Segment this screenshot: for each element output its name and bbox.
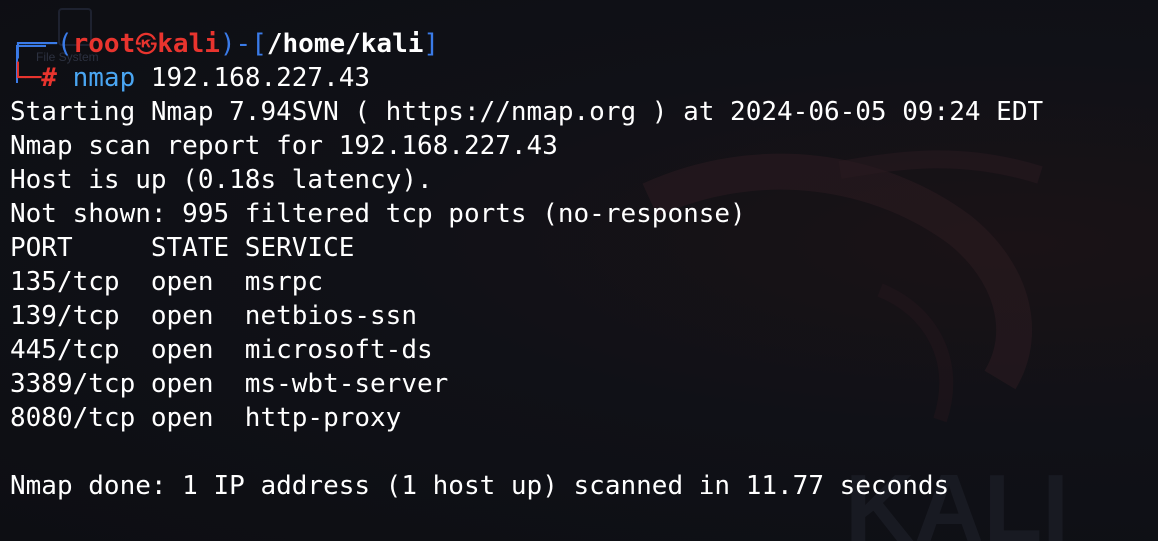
port-row: 8080/tcp open http-proxy <box>10 403 402 433</box>
prompt-close: ] <box>423 29 440 59</box>
output-line: Starting Nmap 7.94SVN ( https://nmap.org… <box>10 97 1044 127</box>
prompt-mid: )-[ <box>219 29 267 59</box>
skull-icon: ㉿ <box>135 33 158 58</box>
prompt-line: ┌──(root㉿kali)-[/home/kali] <box>10 27 1043 61</box>
output-line: Host is up (0.18s latency). <box>10 165 433 195</box>
output-line: Nmap done: 1 IP address (1 host up) scan… <box>10 471 950 501</box>
port-row: 135/tcp open msrpc <box>10 267 324 297</box>
command-line[interactable]: └─# nmap 192.168.227.43 <box>10 61 1043 95</box>
prompt-user: root <box>72 29 136 59</box>
terminal-output: ┌──(root㉿kali)-[/home/kali] └─# nmap 192… <box>10 27 1043 503</box>
port-table-header: PORT STATE SERVICE <box>10 233 355 263</box>
output-line: Not shown: 995 filtered tcp ports (no-re… <box>10 199 746 229</box>
prompt-hash: └─# <box>10 63 57 93</box>
output-line: Nmap scan report for 192.168.227.43 <box>10 131 558 161</box>
prompt-host: kali <box>157 29 220 59</box>
port-row: 139/tcp open netbios-ssn <box>10 301 417 331</box>
prompt-cwd: /home/kali <box>266 29 424 59</box>
prompt-open: ┌──( <box>10 29 73 59</box>
command-args: 192.168.227.43 <box>135 63 371 93</box>
blank-line <box>10 435 1043 469</box>
port-row: 3389/tcp open ms-wbt-server <box>10 369 449 399</box>
command-name: nmap <box>72 63 136 93</box>
port-row: 445/tcp open microsoft-ds <box>10 335 433 365</box>
terminal-window[interactable]: KALI File System ┌──(root㉿kali)-[/home/k… <box>0 0 1158 541</box>
